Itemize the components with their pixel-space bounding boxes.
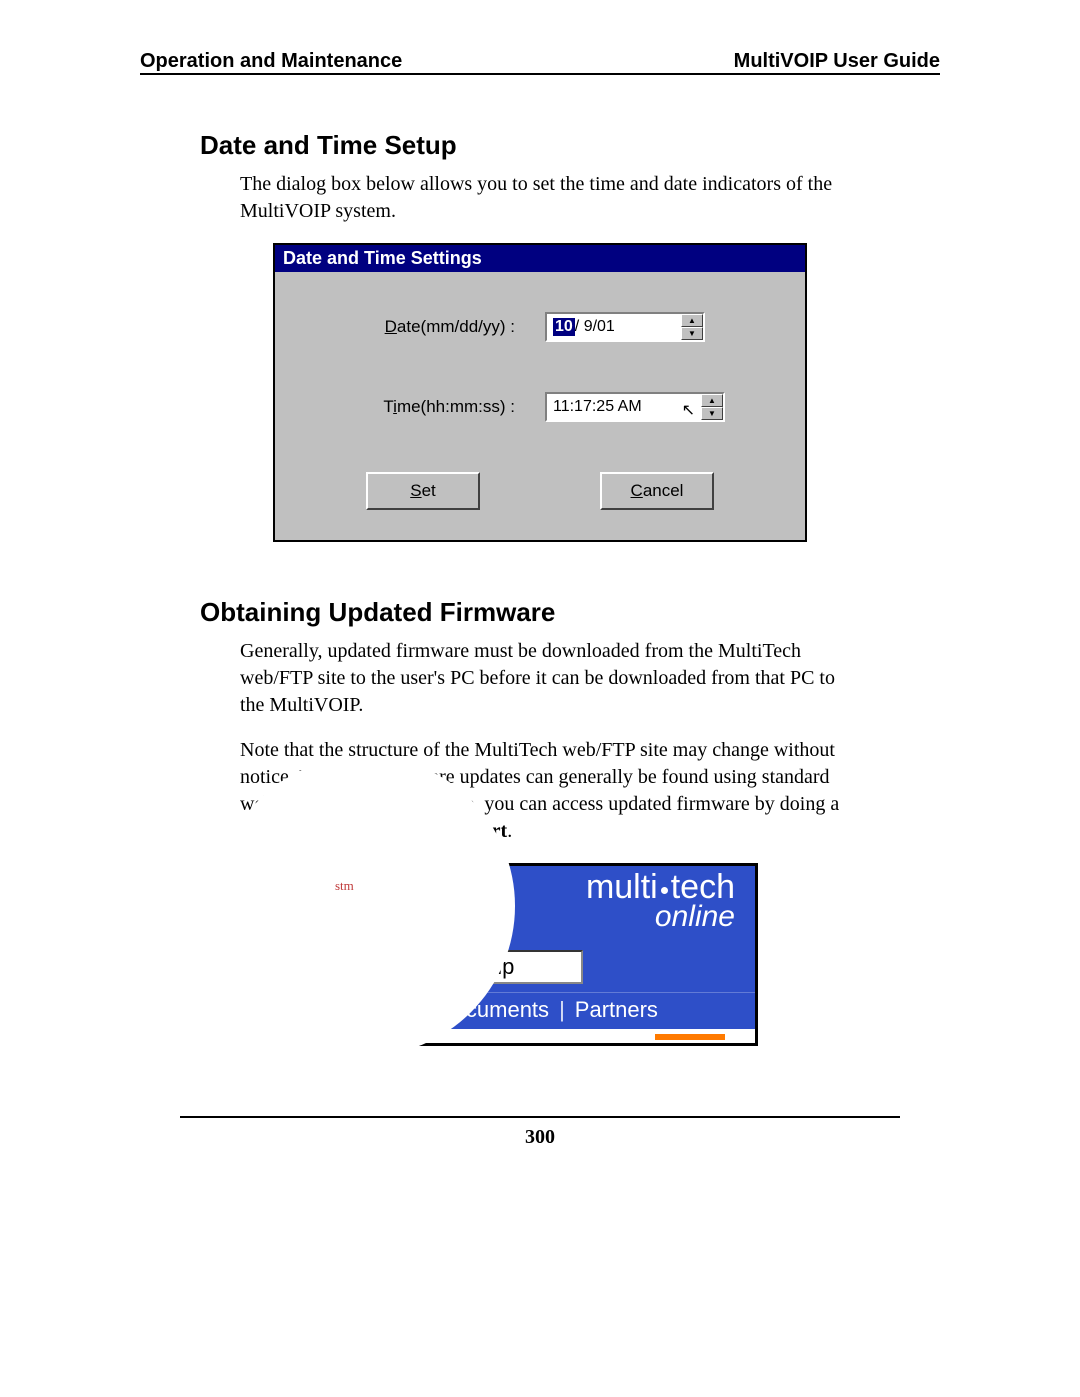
multitech-website-image: stm multitech online search Support | Do… bbox=[322, 863, 758, 1046]
date-selected-part: 10 bbox=[553, 318, 575, 336]
header-rule bbox=[140, 73, 940, 75]
time-down-arrow[interactable]: ▼ bbox=[701, 407, 723, 420]
header-right: MultiVOIP User Guide bbox=[734, 50, 940, 73]
nav-partners[interactable]: Partners bbox=[575, 997, 658, 1023]
date-rest-part: / 9/01 bbox=[575, 318, 615, 336]
set-button[interactable]: Set bbox=[366, 472, 480, 510]
time-spinner[interactable]: 11:17:25 AM ↖ ▲ ▼ bbox=[545, 392, 725, 422]
cancel-button[interactable]: Cancel bbox=[600, 472, 714, 510]
web-logo: multitech online bbox=[586, 871, 735, 932]
date-time-dialog: Date and Time Settings Date(mm/dd/yy) : … bbox=[273, 243, 807, 542]
header-left: Operation and Maintenance bbox=[140, 50, 402, 73]
section2-title: Obtaining Updated Firmware bbox=[200, 597, 940, 628]
time-label: Time(hh:mm:ss) : bbox=[305, 397, 545, 417]
footer-rule bbox=[180, 1116, 900, 1118]
date-label: Date(mm/dd/yy) : bbox=[305, 317, 545, 337]
date-spinner[interactable]: 10/ 9/01 ▲ ▼ bbox=[545, 312, 705, 342]
time-value: 11:17:25 AM bbox=[547, 394, 701, 420]
date-down-arrow[interactable]: ▼ bbox=[681, 327, 703, 340]
dialog-title-bar: Date and Time Settings bbox=[275, 245, 805, 272]
time-up-arrow[interactable]: ▲ bbox=[701, 394, 723, 407]
section2-paragraph1: Generally, updated firmware must be down… bbox=[240, 638, 860, 719]
page-number: 300 bbox=[140, 1126, 940, 1149]
date-up-arrow[interactable]: ▲ bbox=[681, 314, 703, 327]
web-tag: stm bbox=[335, 878, 354, 894]
section1-paragraph: The dialog box below allows you to set t… bbox=[240, 171, 860, 225]
section1-title: Date and Time Setup bbox=[200, 130, 940, 161]
